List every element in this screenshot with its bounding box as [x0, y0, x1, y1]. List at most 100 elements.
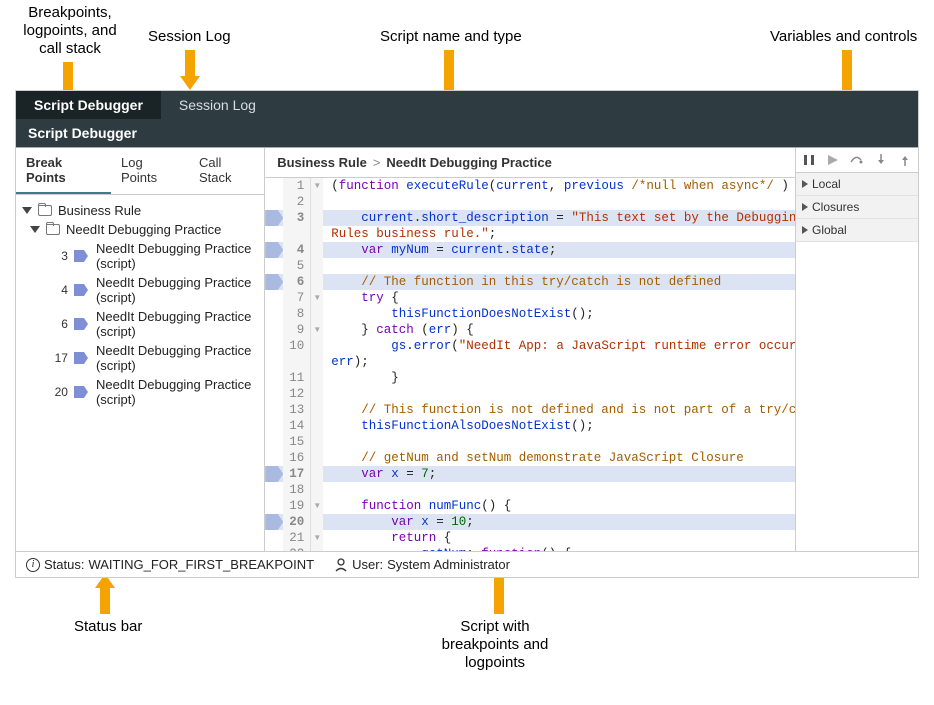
code-line[interactable]: 18	[265, 482, 795, 498]
tree-script[interactable]: NeedIt Debugging Practice	[20, 220, 260, 239]
script-name: NeedIt Debugging Practice	[386, 155, 551, 170]
step-into-button[interactable]	[874, 153, 888, 167]
gutter-breakpoint[interactable]	[265, 226, 283, 242]
gutter-fold[interactable]: ▾	[311, 498, 323, 514]
scope-label: Closures	[812, 200, 859, 214]
breakpoint-item[interactable]: 6 NeedIt Debugging Practice (script)	[20, 307, 260, 341]
gutter-breakpoint[interactable]	[265, 290, 283, 306]
code-line[interactable]: 5	[265, 258, 795, 274]
tab-breakpoints[interactable]: Break Points	[16, 148, 111, 194]
code-line[interactable]: 11 }	[265, 370, 795, 386]
code-line[interactable]: 16 // getNum and setNum demonstrate Java…	[265, 450, 795, 466]
code-line[interactable]: 20 var x = 10;	[265, 514, 795, 530]
tree-root[interactable]: Business Rule	[20, 201, 260, 220]
gutter-breakpoint[interactable]	[265, 274, 283, 290]
code-line[interactable]: 1▾(function executeRule(current, previou…	[265, 178, 795, 194]
gutter-fold[interactable]	[311, 418, 323, 434]
gutter-breakpoint[interactable]	[265, 434, 283, 450]
gutter-fold[interactable]	[311, 258, 323, 274]
gutter-breakpoint[interactable]	[265, 338, 283, 354]
gutter-fold[interactable]	[311, 450, 323, 466]
gutter-line-number: 11	[283, 370, 311, 386]
gutter-breakpoint[interactable]	[265, 466, 283, 482]
gutter-fold[interactable]	[311, 210, 323, 226]
gutter-breakpoint[interactable]	[265, 370, 283, 386]
breakpoint-item[interactable]: 17 NeedIt Debugging Practice (script)	[20, 341, 260, 375]
gutter-breakpoint[interactable]	[265, 530, 283, 546]
code-line[interactable]: 14 thisFunctionAlsoDoesNotExist();	[265, 418, 795, 434]
gutter-fold[interactable]	[311, 338, 323, 354]
code-editor[interactable]: 1▾(function executeRule(current, previou…	[265, 178, 795, 551]
tab-logpoints[interactable]: Log Points	[111, 148, 189, 194]
gutter-fold[interactable]	[311, 194, 323, 210]
gutter-fold[interactable]: ▾	[311, 290, 323, 306]
gutter-fold[interactable]	[311, 386, 323, 402]
code-line[interactable]: 19▾ function numFunc() {	[265, 498, 795, 514]
code-text	[323, 258, 795, 274]
gutter-breakpoint[interactable]	[265, 418, 283, 434]
tab-session-log[interactable]: Session Log	[161, 91, 274, 119]
code-line[interactable]: 13 // This function is not defined and i…	[265, 402, 795, 418]
code-text: // The function in this try/catch is not…	[323, 274, 795, 290]
code-line[interactable]: Rules business rule.";	[265, 226, 795, 242]
code-line[interactable]: 2	[265, 194, 795, 210]
scope-closures[interactable]: Closures	[796, 196, 918, 219]
code-line[interactable]: 22▾ getNum: function() {	[265, 546, 795, 551]
resume-button[interactable]	[826, 153, 840, 167]
code-line[interactable]: 21▾ return {	[265, 530, 795, 546]
gutter-breakpoint[interactable]	[265, 258, 283, 274]
code-line[interactable]: 10 gs.error("NeedIt App: a JavaScript ru…	[265, 338, 795, 354]
gutter-breakpoint[interactable]	[265, 482, 283, 498]
pause-button[interactable]	[802, 153, 816, 167]
gutter-fold[interactable]	[311, 466, 323, 482]
tab-script-debugger[interactable]: Script Debugger	[16, 91, 161, 119]
gutter-fold[interactable]	[311, 370, 323, 386]
code-line[interactable]: 12	[265, 386, 795, 402]
gutter-fold[interactable]: ▾	[311, 322, 323, 338]
gutter-fold[interactable]: ▾	[311, 546, 323, 551]
gutter-breakpoint[interactable]	[265, 306, 283, 322]
gutter-breakpoint[interactable]	[265, 386, 283, 402]
code-line[interactable]: 6 // The function in this try/catch is n…	[265, 274, 795, 290]
gutter-breakpoint[interactable]	[265, 322, 283, 338]
code-line[interactable]: 8 thisFunctionDoesNotExist();	[265, 306, 795, 322]
breakpoint-item[interactable]: 20 NeedIt Debugging Practice (script)	[20, 375, 260, 409]
gutter-fold[interactable]	[311, 242, 323, 258]
breakpoint-line: 3	[50, 249, 68, 263]
gutter-breakpoint[interactable]	[265, 498, 283, 514]
code-line[interactable]: 17 var x = 7;	[265, 466, 795, 482]
scope-local[interactable]: Local	[796, 173, 918, 196]
gutter-breakpoint[interactable]	[265, 242, 283, 258]
gutter-fold[interactable]	[311, 354, 323, 370]
gutter-breakpoint[interactable]	[265, 514, 283, 530]
gutter-fold[interactable]	[311, 482, 323, 498]
gutter-breakpoint[interactable]	[265, 402, 283, 418]
gutter-fold[interactable]	[311, 306, 323, 322]
code-line[interactable]: 7▾ try {	[265, 290, 795, 306]
step-out-button[interactable]	[898, 153, 912, 167]
gutter-fold[interactable]	[311, 434, 323, 450]
code-line[interactable]: 9▾ } catch (err) {	[265, 322, 795, 338]
scope-global[interactable]: Global	[796, 219, 918, 242]
gutter-breakpoint[interactable]	[265, 450, 283, 466]
gutter-breakpoint[interactable]	[265, 210, 283, 226]
tab-callstack[interactable]: Call Stack	[189, 148, 264, 194]
gutter-breakpoint[interactable]	[265, 546, 283, 551]
gutter-fold[interactable]	[311, 226, 323, 242]
gutter-breakpoint[interactable]	[265, 194, 283, 210]
gutter-fold[interactable]	[311, 514, 323, 530]
breakpoint-item[interactable]: 4 NeedIt Debugging Practice (script)	[20, 273, 260, 307]
user-label: User:	[352, 557, 383, 572]
gutter-fold[interactable]	[311, 402, 323, 418]
gutter-fold[interactable]: ▾	[311, 530, 323, 546]
code-line[interactable]: 4 var myNum = current.state;	[265, 242, 795, 258]
breakpoint-item[interactable]: 3 NeedIt Debugging Practice (script)	[20, 239, 260, 273]
gutter-fold[interactable]: ▾	[311, 178, 323, 194]
code-line[interactable]: 3 current.short_description = "This text…	[265, 210, 795, 226]
gutter-breakpoint[interactable]	[265, 178, 283, 194]
gutter-fold[interactable]	[311, 274, 323, 290]
step-over-button[interactable]	[850, 153, 864, 167]
code-line[interactable]: 15	[265, 434, 795, 450]
gutter-breakpoint[interactable]	[265, 354, 283, 370]
code-line[interactable]: err);	[265, 354, 795, 370]
